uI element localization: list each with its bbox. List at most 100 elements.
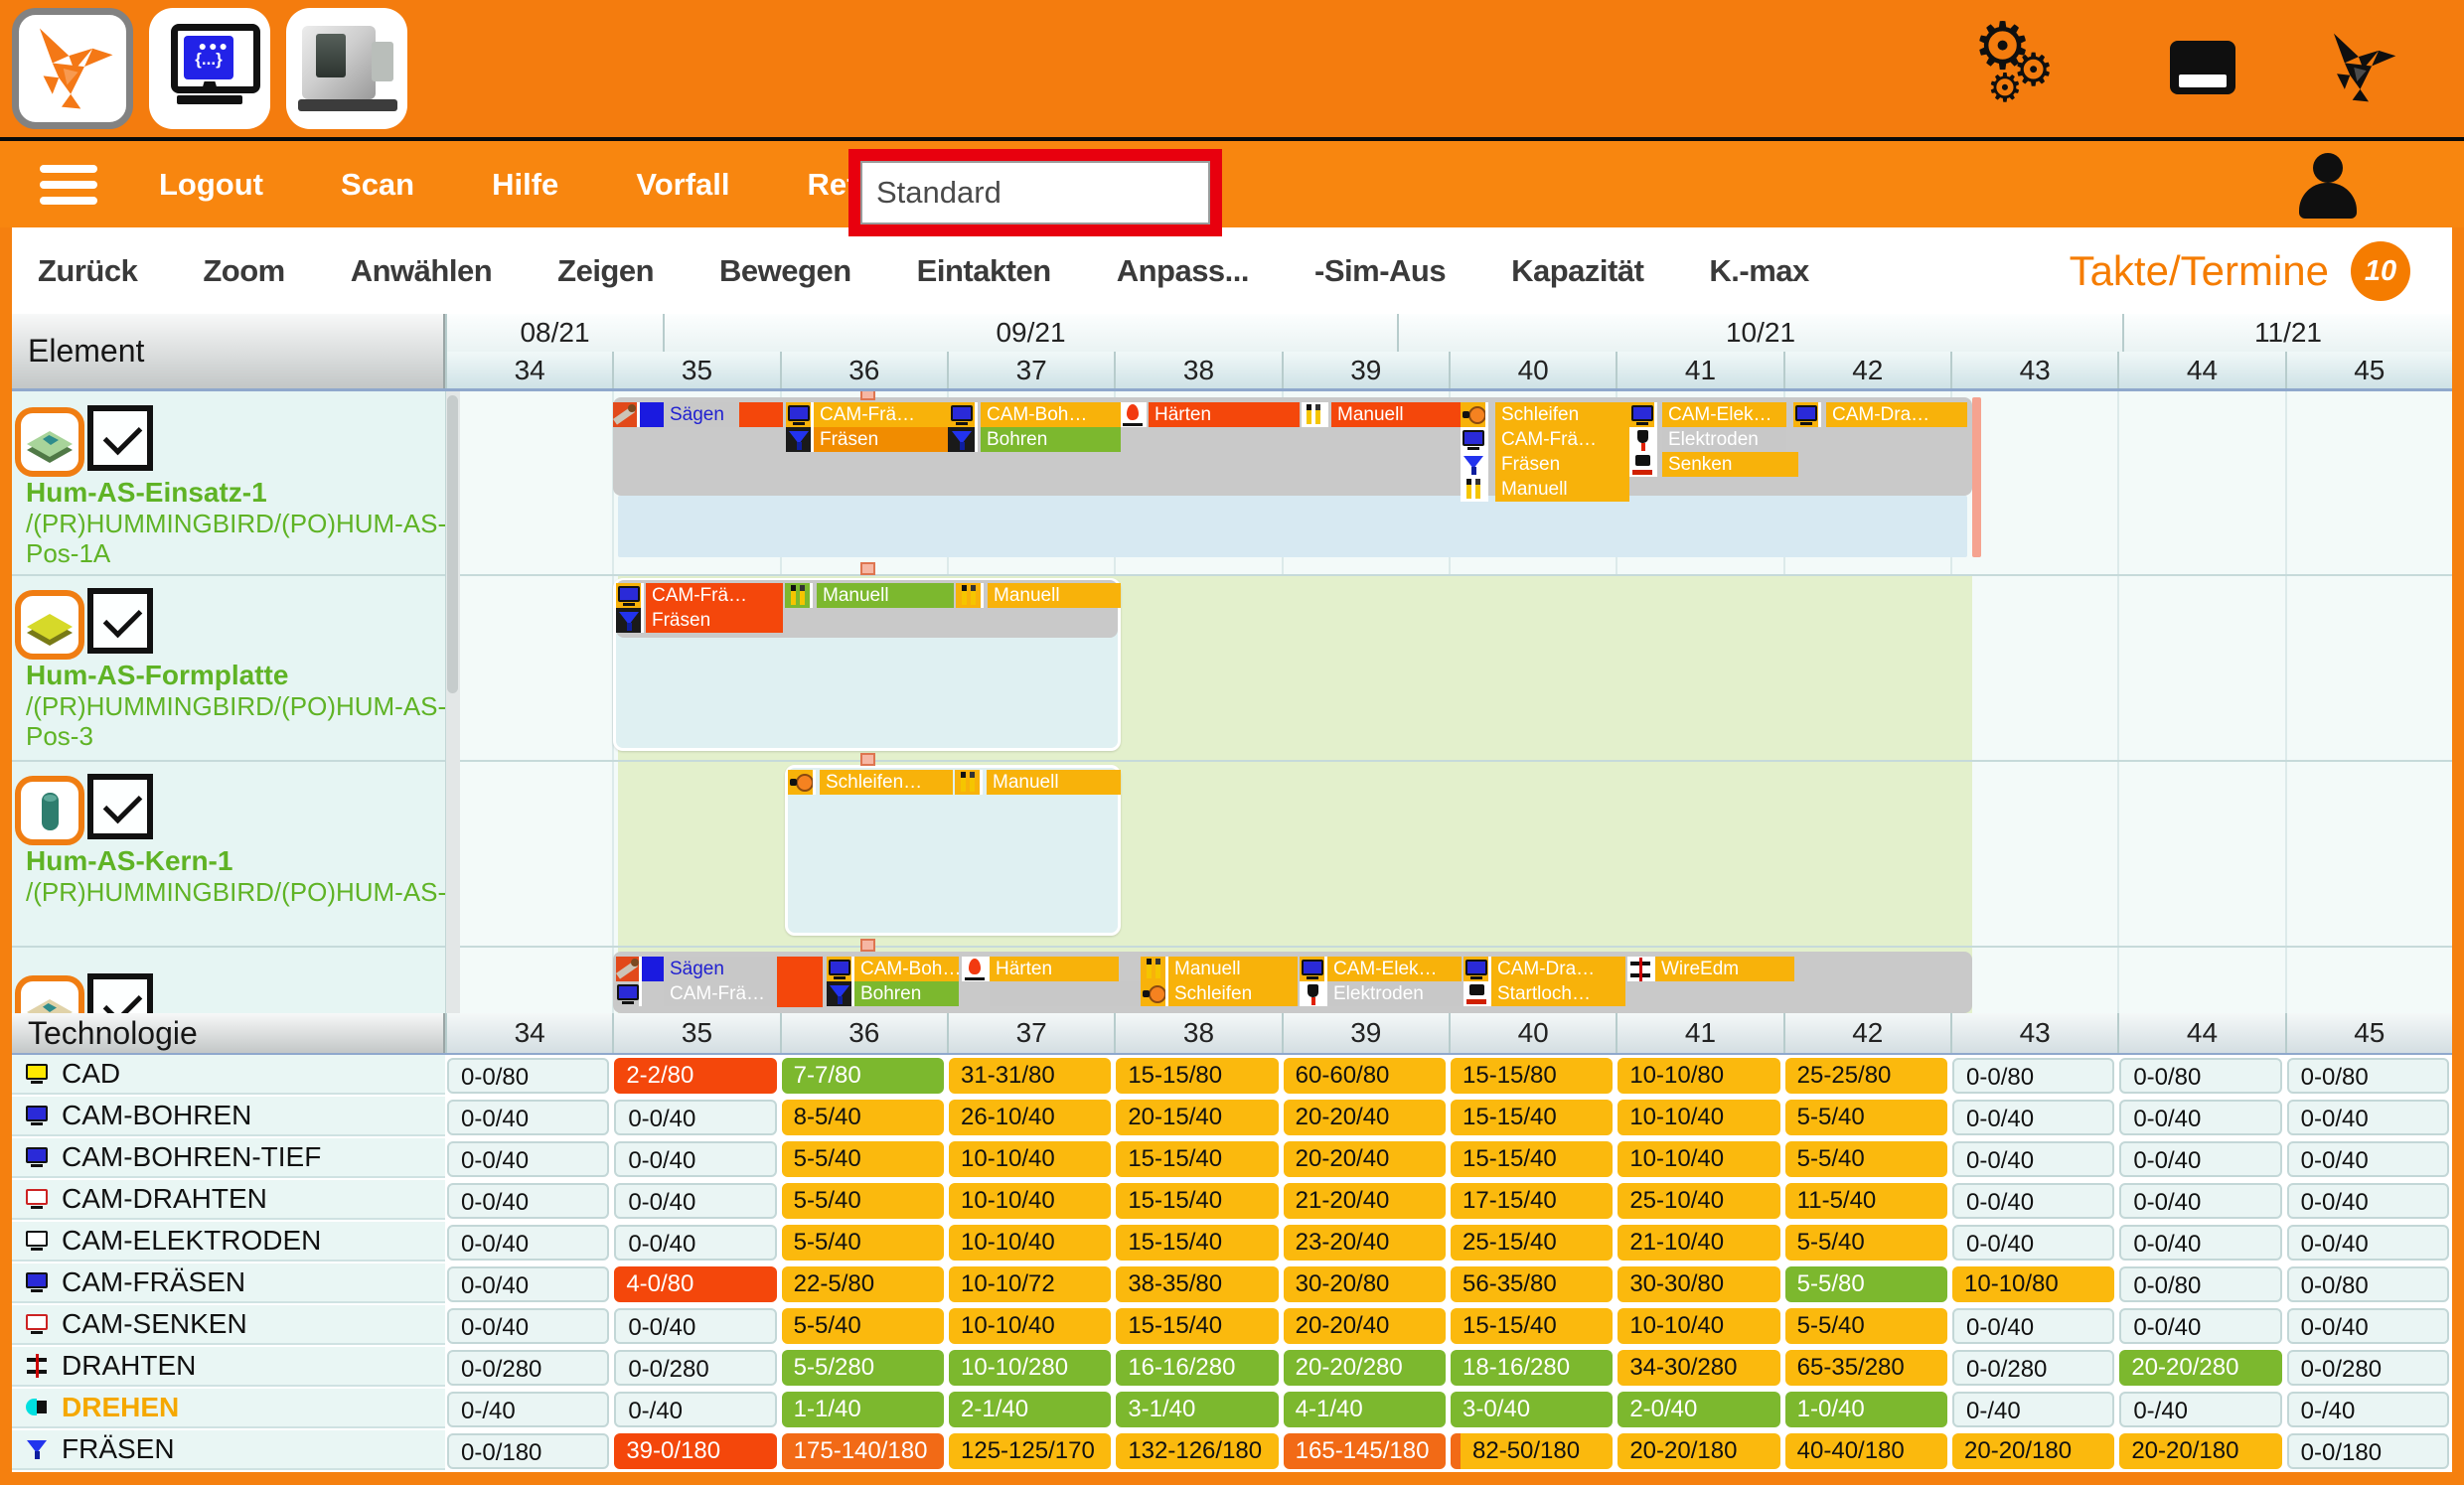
tech-cell-week35[interactable]: 0-/40 <box>614 1392 776 1427</box>
tech-cell-week37[interactable]: 10-10/40 <box>949 1308 1111 1344</box>
tech-cell-week42[interactable]: 5-5/40 <box>1785 1141 1947 1177</box>
tech-cell-week39[interactable]: 20-20/40 <box>1284 1308 1446 1344</box>
gantt-bar-wireedm[interactable]: WireEdm <box>1655 957 1794 981</box>
hummingbird-black-icon[interactable] <box>2323 29 2400 106</box>
tech-cell-week43[interactable]: 0-0/40 <box>1952 1308 2114 1344</box>
tech-cell-week45[interactable]: 0-0/40 <box>2287 1141 2449 1177</box>
tech-cell-week34[interactable]: 0-0/40 <box>447 1308 609 1344</box>
gantt-bar-startloch[interactable]: Startloch… <box>1491 981 1625 1006</box>
gantt-bar-manuell[interactable]: Manuell <box>987 770 1121 795</box>
bar-icon-cell[interactable] <box>827 981 854 1006</box>
tech-cell-week39[interactable]: 20-20/280 <box>1284 1350 1446 1386</box>
element-checkbox[interactable] <box>87 405 153 471</box>
tech-cell-week39[interactable]: 165-145/180 <box>1284 1433 1446 1469</box>
tech-cell-week37[interactable]: 10-10/72 <box>949 1266 1111 1302</box>
gantt-bar-schleifen[interactable]: Schleifen <box>1495 402 1629 427</box>
tech-cell-week45[interactable]: 0-0/40 <box>2287 1225 2449 1261</box>
settings-gears-icon[interactable]: ⚙⚙⚙ <box>1973 13 2082 122</box>
tech-cell-week38[interactable]: 15-15/40 <box>1116 1308 1278 1344</box>
tech-cell-week44[interactable]: 20-20/180 <box>2119 1433 2281 1469</box>
tech-cell-week34[interactable]: 0-0/40 <box>447 1183 609 1219</box>
bar-icon-cell[interactable] <box>785 583 813 608</box>
gantt-bar-segment[interactable] <box>990 981 1141 1006</box>
bar-icon-cell[interactable] <box>948 402 978 427</box>
tech-cell-week44[interactable]: 0-0/40 <box>2119 1308 2281 1344</box>
tech-cell-week41[interactable]: 30-30/80 <box>1617 1266 1779 1302</box>
gantt-bar-schleifen[interactable]: Schleifen <box>1168 981 1298 1006</box>
tech-cell-week44[interactable]: 20-20/280 <box>2119 1350 2281 1386</box>
toolbar-button-3[interactable]: Zeigen <box>557 253 654 289</box>
bar-icon-cell[interactable] <box>1627 957 1655 981</box>
bar-icon-cell[interactable] <box>1300 981 1327 1006</box>
bar-icon-cell[interactable] <box>1793 402 1821 427</box>
gantt-bar-elektroden[interactable]: Elektroden <box>1662 427 1786 452</box>
gantt-bar-manuell[interactable]: Manuell <box>1495 477 1629 502</box>
tech-cell-week39[interactable]: 21-20/40 <box>1284 1183 1446 1219</box>
bar-icon-cell[interactable] <box>613 402 640 427</box>
gantt-bar-camfr[interactable]: CAM-Frä… <box>646 583 783 608</box>
vertical-scrollbar[interactable] <box>445 391 460 1013</box>
tech-cell-week38[interactable]: 15-15/40 <box>1116 1183 1278 1219</box>
tech-cell-week36[interactable]: 5-5/280 <box>782 1350 944 1386</box>
tech-cell-week35[interactable]: 0-0/40 <box>614 1141 776 1177</box>
tech-cell-week45[interactable]: 0-0/180 <box>2287 1433 2449 1469</box>
user-avatar-icon[interactable] <box>2291 153 2365 219</box>
scrollbar-thumb[interactable] <box>447 395 458 693</box>
tech-cell-week40[interactable]: 15-15/40 <box>1451 1141 1613 1177</box>
toolbar-button-0[interactable]: Zurück <box>38 253 137 289</box>
bar-icon-cell[interactable] <box>1461 402 1488 427</box>
tech-cell-week45[interactable]: 0-0/80 <box>2287 1266 2449 1302</box>
menu-item-logout[interactable]: Logout <box>159 167 263 203</box>
bar-icon-cell[interactable] <box>1463 981 1491 1006</box>
tech-cell-week41[interactable]: 2-0/40 <box>1617 1392 1779 1427</box>
bar-icon-cell[interactable] <box>1463 957 1491 981</box>
bar-icon-cell[interactable] <box>962 957 990 981</box>
element-checkbox[interactable] <box>87 774 153 839</box>
tech-cell-week34[interactable]: 0-0/280 <box>447 1350 609 1386</box>
bar-icon-cell[interactable] <box>955 770 983 795</box>
app-icon-machine[interactable] <box>286 8 407 129</box>
tech-row-label-drehen[interactable]: DREHEN <box>12 1389 445 1428</box>
tech-row-label-cam-elektroden[interactable]: CAM-ELEKTRODEN <box>12 1222 445 1262</box>
bar-icon-cell[interactable] <box>616 583 644 608</box>
tech-cell-week37[interactable]: 10-10/40 <box>949 1225 1111 1261</box>
bar-icon-cell[interactable] <box>1629 402 1657 427</box>
app-icon-hummingbird[interactable] <box>12 8 133 129</box>
tech-row-label-cad[interactable]: CAD <box>12 1055 445 1095</box>
tech-cell-week36[interactable]: 5-5/40 <box>782 1225 944 1261</box>
tech-cell-week40[interactable]: 15-15/40 <box>1451 1308 1613 1344</box>
tech-cell-week38[interactable]: 15-15/40 <box>1116 1141 1278 1177</box>
tech-cell-week42[interactable]: 40-40/180 <box>1785 1433 1947 1469</box>
bar-icon-cell[interactable] <box>786 402 814 427</box>
toolbar-button-1[interactable]: Zoom <box>203 253 284 289</box>
bar-icon-cell[interactable] <box>1629 427 1657 452</box>
bar-icon-cell[interactable] <box>827 957 854 981</box>
tech-cell-week45[interactable]: 0-0/280 <box>2287 1350 2449 1386</box>
tech-cell-week35[interactable]: 0-0/280 <box>614 1350 776 1386</box>
tech-cell-week37[interactable]: 10-10/280 <box>949 1350 1111 1386</box>
tech-cell-week44[interactable]: 0-0/80 <box>2119 1058 2281 1094</box>
tech-cell-week41[interactable]: 20-20/180 <box>1617 1433 1779 1469</box>
tech-cell-week39[interactable]: 20-20/40 <box>1284 1141 1446 1177</box>
tech-cell-week40[interactable]: 56-35/80 <box>1451 1266 1613 1302</box>
bar-icon-cell[interactable] <box>788 770 816 795</box>
tech-cell-week38[interactable]: 3-1/40 <box>1116 1392 1278 1427</box>
menu-item-hilfe[interactable]: Hilfe <box>492 167 558 203</box>
tech-cell-week34[interactable]: 0-0/180 <box>447 1433 609 1469</box>
tech-cell-week45[interactable]: 0-0/40 <box>2287 1308 2449 1344</box>
tech-cell-week43[interactable]: 0-/40 <box>1952 1392 2114 1427</box>
tech-cell-week34[interactable]: 0-0/80 <box>447 1058 609 1094</box>
tech-cell-week39[interactable]: 23-20/40 <box>1284 1225 1446 1261</box>
tech-cell-week43[interactable]: 10-10/80 <box>1952 1266 2114 1302</box>
tech-cell-week34[interactable]: 0-/40 <box>447 1392 609 1427</box>
bar-icon-cell[interactable] <box>786 427 814 452</box>
tech-cell-week37[interactable]: 125-125/170 <box>949 1433 1111 1469</box>
tech-cell-week43[interactable]: 0-0/280 <box>1952 1350 2114 1386</box>
tech-cell-week42[interactable]: 11-5/40 <box>1785 1183 1947 1219</box>
bar-icon-cell[interactable] <box>1121 402 1147 427</box>
tech-cell-week35[interactable]: 0-0/40 <box>614 1308 776 1344</box>
gantt-bar-elektroden[interactable]: Elektroden <box>1327 981 1462 1006</box>
tech-cell-week45[interactable]: 0-/40 <box>2287 1392 2449 1427</box>
tech-cell-week41[interactable]: 25-10/40 <box>1617 1183 1779 1219</box>
gantt-bar-manuell[interactable]: Manuell <box>988 583 1121 608</box>
